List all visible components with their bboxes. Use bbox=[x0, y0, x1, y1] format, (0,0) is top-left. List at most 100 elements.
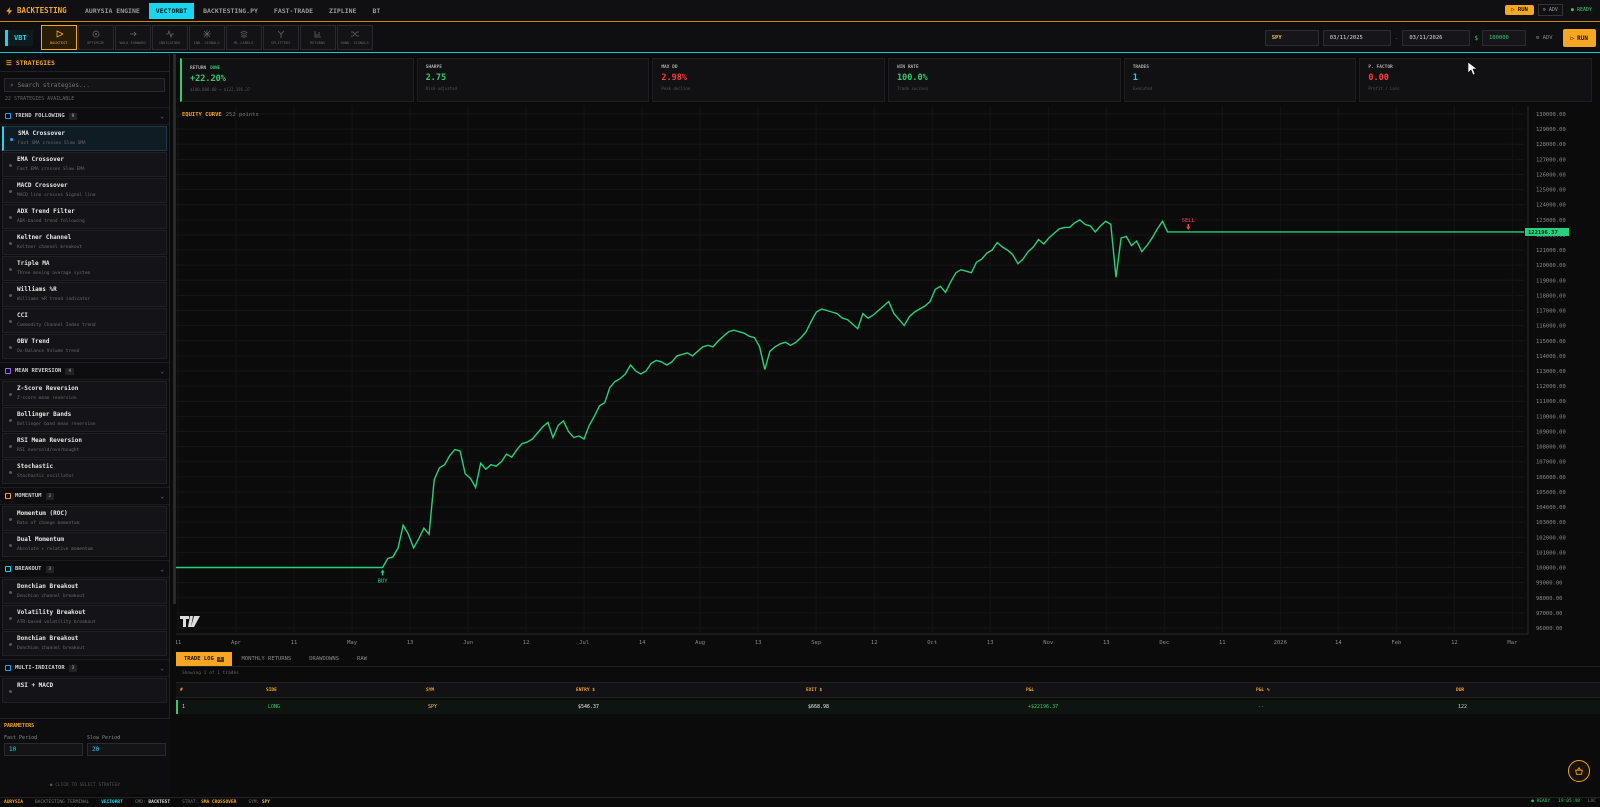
capital-input[interactable]: 100000 bbox=[1481, 30, 1526, 46]
list-item[interactable]: RSI Mean Reversion RSI oversold/overbough… bbox=[2, 433, 167, 458]
metric-sub: Risk-adjusted bbox=[425, 86, 457, 91]
list-item[interactable]: Donchian Breakout Donchian channel breako… bbox=[2, 579, 167, 604]
target-icon bbox=[92, 30, 100, 38]
tool-ml-labels[interactable]: ML LABELS bbox=[225, 25, 262, 50]
fast-period-input[interactable]: 10 bbox=[4, 743, 83, 756]
top-run-button[interactable]: ▷ RUN bbox=[1505, 5, 1534, 15]
status-brand: AURYSIA bbox=[4, 800, 23, 805]
strategies-count: 22 STRATEGIES AVAILABLE bbox=[5, 96, 75, 102]
adv-button[interactable]: ⚙ ADV bbox=[1530, 35, 1559, 41]
y-tick-label: 101000.00 bbox=[1536, 550, 1566, 556]
list-item[interactable]: SMA Crossover Fast SMA crosses Slow SMA bbox=[2, 126, 167, 151]
engine-tab-2[interactable]: BACKTESTING.PY bbox=[196, 3, 265, 19]
brand-name: BACKTESTING bbox=[17, 6, 67, 15]
strategy-dot bbox=[9, 643, 12, 646]
group-breakout[interactable]: BREAKOUT 3 ⌄ bbox=[0, 560, 169, 578]
list-item[interactable]: Bollinger Bands Bollinger band mean rever… bbox=[2, 407, 167, 432]
column-header[interactable]: SIDE bbox=[266, 688, 426, 693]
group-momentum[interactable]: MOMENTUM 2 ⌄ bbox=[0, 487, 169, 505]
tool-optimize[interactable]: OPTIMIZE bbox=[77, 25, 114, 50]
engine-tab-3[interactable]: FAST-TRADE bbox=[267, 3, 320, 19]
currency-label: $ bbox=[1474, 34, 1478, 42]
strategy-desc: Three moving average system bbox=[17, 271, 91, 276]
signal-icon bbox=[202, 30, 211, 38]
list-item[interactable]: Triple MA Three moving average system bbox=[2, 256, 167, 281]
list-item[interactable]: CCI Commodity Channel Index trend bbox=[2, 308, 167, 333]
search-input[interactable]: ⌕ Search strategies... bbox=[4, 78, 165, 92]
end-date-input[interactable]: 03/11/2026 bbox=[1402, 30, 1471, 46]
top-adv-button[interactable]: ⚙ ADV bbox=[1537, 4, 1563, 16]
tab-trade-log[interactable]: TRADE LOG 1 bbox=[176, 652, 232, 666]
tool-indicators[interactable]: INDICATORS bbox=[151, 25, 188, 50]
list-item[interactable]: Volatility Breakout ATR-based volatility … bbox=[2, 605, 167, 630]
list-item[interactable]: Williams %R Williams %R trend indicator bbox=[2, 282, 167, 307]
tab-drawdowns[interactable]: DRAWDOWNS bbox=[301, 652, 347, 666]
group-multi-indicator[interactable]: MULTI-INDICATOR 3 ⌄ bbox=[0, 659, 169, 677]
engine-tab-0[interactable]: AURYSIA ENGINE bbox=[78, 3, 147, 19]
column-header[interactable]: SYM bbox=[426, 688, 576, 693]
group-name: MEAN REVERSION bbox=[15, 368, 62, 374]
engine-tab-1[interactable]: VECTORBT bbox=[148, 2, 195, 19]
list-item[interactable]: EMA Crossover Fast EMA crosses Slow EMA bbox=[2, 152, 167, 177]
tool-returns[interactable]: RETURNS bbox=[299, 25, 336, 50]
shuffle-icon bbox=[350, 31, 359, 37]
strategy-desc: Stochastic oscillator bbox=[17, 474, 74, 479]
strategy-dot bbox=[9, 164, 12, 167]
column-header[interactable]: # bbox=[176, 688, 266, 693]
list-item[interactable]: MACD Crossover MACD line crosses Signal l… bbox=[2, 178, 167, 203]
column-header[interactable]: P&L bbox=[1026, 688, 1256, 693]
buy-arrow-icon bbox=[380, 569, 385, 576]
column-header[interactable]: ENTRY $ bbox=[576, 688, 806, 693]
column-header[interactable]: DUR bbox=[1456, 688, 1600, 693]
column-header[interactable]: EXIT $ bbox=[806, 688, 1026, 693]
list-item[interactable]: Dual Momentum Absolute + relative momentu… bbox=[2, 532, 167, 557]
tab-monthly-returns[interactable]: MONTHLY RETURNS bbox=[234, 652, 300, 666]
list-item[interactable]: Donchian Breakout Donchian channel breako… bbox=[2, 631, 167, 656]
run-button[interactable]: ▷ RUN bbox=[1562, 29, 1596, 47]
strategy-desc: MACD line crosses Signal line bbox=[17, 193, 96, 198]
list-item[interactable]: ADX Trend Filter ADX-based trend followin… bbox=[2, 204, 167, 229]
group-icon bbox=[5, 493, 11, 499]
column-header[interactable]: P&L % bbox=[1256, 688, 1456, 693]
assistant-button[interactable] bbox=[1568, 760, 1590, 782]
tool-splitters[interactable]: SPLITTERS bbox=[262, 25, 299, 50]
group-mean-reversion[interactable]: MEAN REVERSION 4 ⌄ bbox=[0, 362, 169, 380]
tool-backtest[interactable]: BACKTEST bbox=[40, 25, 77, 50]
strategy-dot bbox=[9, 268, 12, 271]
basket-icon bbox=[1575, 766, 1583, 775]
group-trend-following[interactable]: TREND FOLLOWING 9 ⌄ bbox=[0, 107, 169, 125]
list-item[interactable]: Z-Score Reversion Z-score mean reversion bbox=[2, 381, 167, 406]
table-row[interactable]: 1 LONG SPY $546.37 $668.98 +$22196.37 -- 122 bbox=[176, 700, 1600, 714]
list-item[interactable]: OBV Trend On-Balance Volume trend bbox=[2, 334, 167, 359]
slow-period-input[interactable]: 20 bbox=[87, 743, 166, 756]
engine-tab-4[interactable]: ZIPLINE bbox=[322, 3, 363, 19]
list-item[interactable]: Stochastic Stochastic oscillator bbox=[2, 459, 167, 484]
engine-tab-5[interactable]: BT bbox=[365, 3, 387, 19]
chevron-down-icon: ⌄ bbox=[160, 367, 164, 375]
strategy-dot bbox=[10, 138, 13, 141]
list-item[interactable]: RSI + MACD bbox=[2, 678, 167, 703]
strategy-name: Z-Score Reversion bbox=[17, 385, 79, 392]
start-date-input[interactable]: 03/11/2025 bbox=[1322, 30, 1391, 46]
slow-period-label: Slow Period bbox=[87, 735, 121, 741]
y-tick-label: 107000.00 bbox=[1536, 460, 1566, 466]
list-item[interactable]: Momentum (ROC) Rate of change momentum bbox=[2, 506, 167, 531]
tab-raw[interactable]: RAW bbox=[349, 652, 375, 666]
sell-arrow-icon bbox=[1186, 223, 1191, 230]
group-icon bbox=[5, 566, 11, 572]
tool-rand-signals[interactable]: RAND. SIGNALS bbox=[336, 25, 373, 50]
tool-walk-forward[interactable]: WALK FORWARD bbox=[114, 25, 151, 50]
y-tick-label: 127000.00 bbox=[1536, 157, 1566, 163]
tool-label: SPLITTERS bbox=[270, 41, 291, 45]
table-cell: -- bbox=[1258, 704, 1265, 710]
lightning-icon bbox=[6, 6, 13, 15]
strategy-name: ADX Trend Filter bbox=[17, 208, 75, 215]
list-item[interactable]: Keltner Channel Keltner channel breakout bbox=[2, 230, 167, 255]
tool-ind-signals[interactable]: IND. SIGNALS bbox=[188, 25, 225, 50]
strategy-desc: On-Balance Volume trend bbox=[17, 349, 80, 354]
symbol-input[interactable]: SPY bbox=[1264, 30, 1319, 46]
group-count: 9 bbox=[68, 112, 78, 120]
strategy-desc: Rate of change momentum bbox=[17, 521, 80, 526]
x-tick-label: Apr bbox=[231, 640, 242, 646]
engine-badge: VBT bbox=[5, 29, 33, 46]
